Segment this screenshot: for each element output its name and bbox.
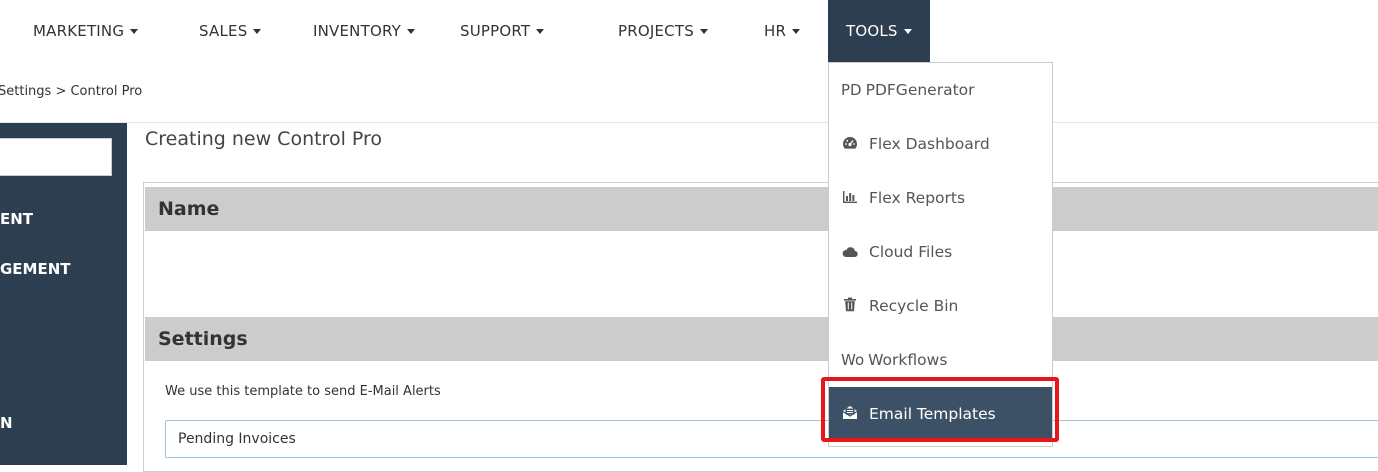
workflow-text-icon: Wo (841, 351, 865, 369)
section-header-name: Name (145, 187, 1378, 231)
caret-down-icon (130, 29, 139, 34)
sidebar-search-input[interactable] (0, 138, 112, 176)
menu-item-label: Cloud Files (869, 243, 953, 261)
menu-item-pdfgenerator[interactable]: PD PDFGenerator (829, 63, 1052, 117)
menu-item-workflows[interactable]: Wo Workflows (829, 333, 1052, 387)
caret-down-icon (699, 29, 708, 34)
menu-item-label: Workflows (868, 351, 948, 369)
sidebar-item[interactable]: GEMENT (0, 260, 82, 278)
caret-down-icon (253, 29, 262, 34)
menu-item-label: Flex Dashboard (869, 135, 990, 153)
nav-item-tools[interactable]: TOOLS (828, 0, 930, 62)
caret-down-icon (792, 29, 801, 34)
nav-item-hr[interactable]: HR (764, 0, 801, 62)
menu-item-flex-dashboard[interactable]: Flex Dashboard (829, 117, 1052, 171)
section-header-settings: Settings (145, 317, 1378, 361)
caret-down-icon (903, 29, 912, 34)
pdf-text-icon: PD (841, 81, 862, 99)
sidebar-item-label: GEMENT (0, 260, 71, 278)
template-input[interactable] (165, 420, 1378, 458)
envelope-open-icon (841, 388, 859, 442)
menu-item-label: Recycle Bin (869, 297, 959, 315)
menu-item-label: Flex Reports (869, 189, 966, 207)
menu-item-label: Email Templates (869, 405, 996, 423)
tools-dropdown: PD PDFGenerator Flex Dashboard Flex Repor… (828, 62, 1053, 447)
nav-item-marketing[interactable]: MARKETING (33, 0, 139, 62)
trash-icon (841, 280, 859, 334)
nav-item-sales[interactable]: SALES (199, 0, 262, 62)
menu-item-recycle-bin[interactable]: Recycle Bin (829, 279, 1052, 333)
nav-label: PROJECTS (618, 22, 694, 40)
page-title: Creating new Control Pro (145, 128, 383, 150)
sidebar-item[interactable]: N (0, 414, 13, 432)
sidebar-item[interactable]: ENT (0, 210, 48, 228)
menu-item-email-templates[interactable]: Email Templates (829, 387, 1052, 441)
nav-label: TOOLS (846, 22, 898, 40)
nav-label: INVENTORY (313, 22, 401, 40)
caret-down-icon (536, 29, 545, 34)
sidebar-item-label: ENT (0, 210, 34, 228)
bar-chart-icon (841, 172, 859, 226)
sidebar: ENT GEMENT N (0, 123, 127, 465)
nav-item-projects[interactable]: PROJECTS (618, 0, 708, 62)
breadcrumb-text: Settings > Control Pro (0, 84, 143, 99)
menu-item-flex-reports[interactable]: Flex Reports (829, 171, 1052, 225)
nav-item-support[interactable]: SUPPORT (460, 0, 545, 62)
caret-down-icon (407, 29, 415, 34)
nav-label: SUPPORT (460, 22, 531, 40)
help-text: We use this template to send E-Mail Aler… (165, 384, 441, 399)
top-nav: MARKETING SALES INVENTORY SUPPORT PROJEC… (0, 0, 1378, 63)
breadcrumb: Settings > Control Pro (0, 62, 1378, 123)
nav-label: MARKETING (33, 22, 125, 40)
nav-label: SALES (199, 22, 248, 40)
nav-label: HR (764, 22, 787, 40)
nav-item-inventory[interactable]: INVENTORY (313, 0, 415, 62)
menu-item-label: PDFGenerator (865, 81, 975, 99)
cloud-icon (841, 226, 859, 280)
menu-item-cloud-files[interactable]: Cloud Files (829, 225, 1052, 279)
sidebar-item-label: N (0, 414, 13, 432)
dashboard-icon (841, 118, 859, 172)
